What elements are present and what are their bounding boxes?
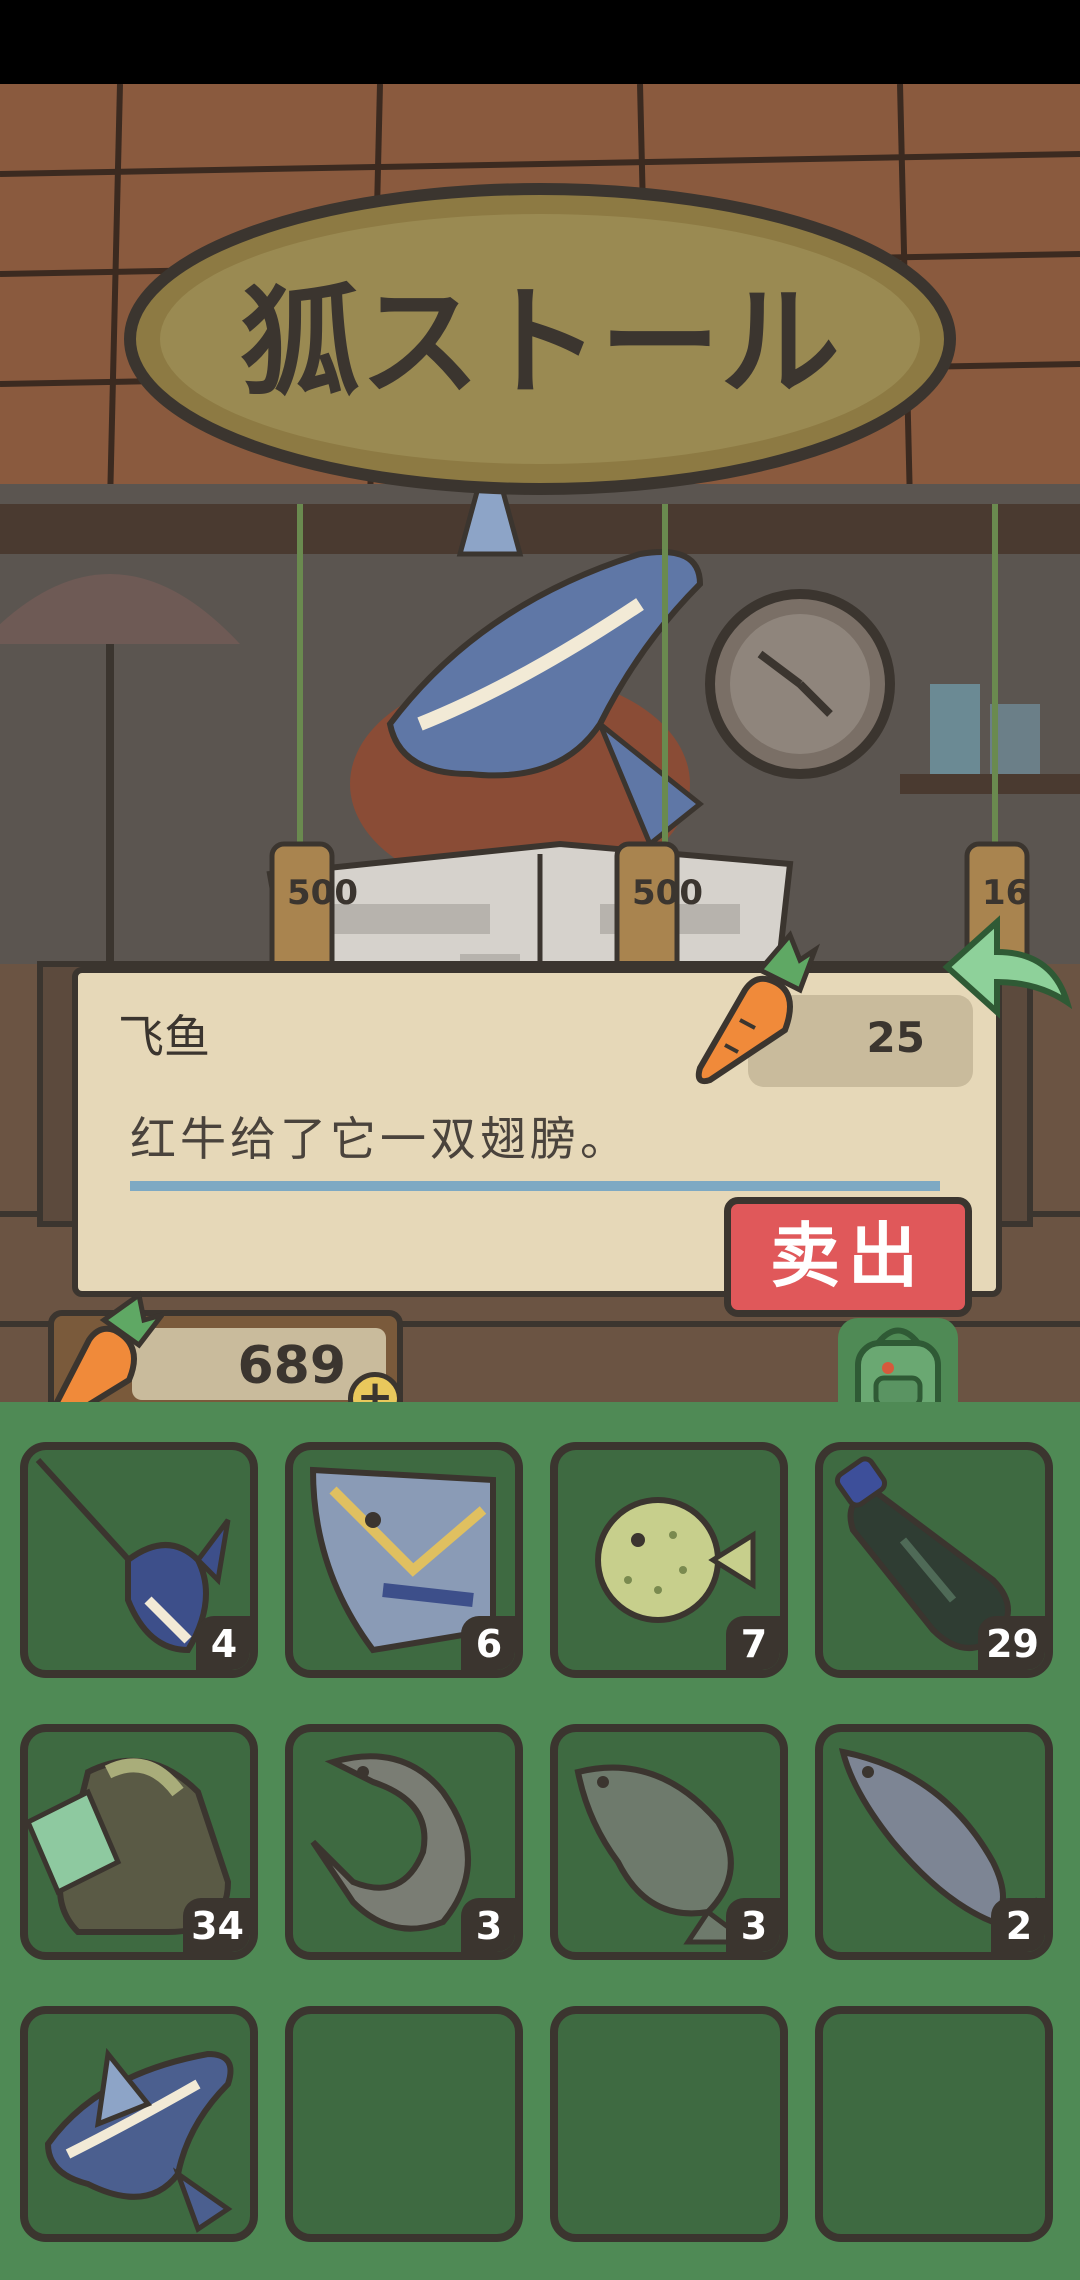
inventory-slot-sturgeon[interactable]: 3	[285, 1724, 523, 1960]
back-arrow-icon[interactable]	[942, 912, 1072, 1022]
inventory-slot-pufferfish[interactable]: 7	[550, 1442, 788, 1678]
price-tag-1: 500	[287, 873, 358, 913]
inventory-slot-empty[interactable]	[815, 2006, 1053, 2242]
item-count: 7	[726, 1616, 780, 1670]
item-count: 29	[978, 1616, 1045, 1670]
inventory-slot-triggerfish[interactable]: 6	[285, 1442, 523, 1678]
inventory-slot-flying-fish[interactable]	[20, 2006, 258, 2242]
inventory-slot-carp[interactable]: 3	[550, 1724, 788, 1960]
inventory-panel: 4 6 7 29 34 3 3 2	[0, 1402, 1080, 2280]
item-price: 25	[866, 1013, 925, 1062]
item-count: 3	[726, 1898, 780, 1952]
price-tag-3: 16	[982, 873, 1029, 913]
inventory-slot-empty[interactable]	[285, 2006, 523, 2242]
carrot-count-box: 689	[132, 1328, 386, 1400]
item-count: 4	[196, 1616, 250, 1670]
item-description: 红牛给了它一双翅膀。	[130, 1103, 940, 1191]
item-count: 6	[461, 1616, 515, 1670]
carrot-count: 689	[237, 1336, 346, 1396]
item-count: 3	[461, 1898, 515, 1952]
inventory-slot-empty[interactable]	[550, 2006, 788, 2242]
item-count: 34	[183, 1898, 250, 1952]
inventory-slot-plastic-bottle[interactable]: 29	[815, 1442, 1053, 1678]
item-count: 2	[991, 1898, 1045, 1952]
flying-fish-icon	[44, 2047, 234, 2233]
carrot-icon	[695, 930, 820, 1085]
shop-sign: 狐ストール	[240, 274, 840, 413]
inventory-slot-swordfish[interactable]: 4	[20, 1442, 258, 1678]
sell-button[interactable]: 卖出	[724, 1197, 972, 1317]
inventory-slot-salmon[interactable]: 2	[815, 1724, 1053, 1960]
price-tag-2: 500	[632, 873, 703, 913]
item-name: 飞鱼	[118, 1010, 210, 1064]
inventory-slot-old-boot[interactable]: 34	[20, 1724, 258, 1960]
